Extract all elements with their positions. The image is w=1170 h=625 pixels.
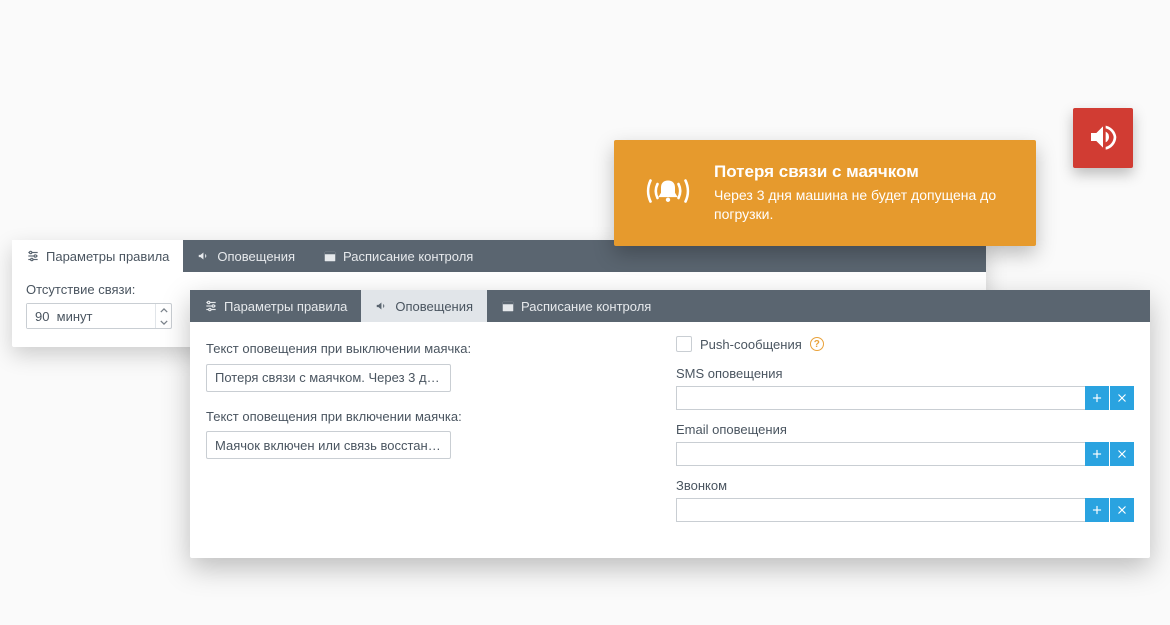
- tab-params[interactable]: Параметры правила: [190, 290, 361, 322]
- calendar-icon: [323, 249, 337, 263]
- clear-button[interactable]: [1110, 442, 1134, 466]
- tabs-front: Параметры правила Оповещения Расписание …: [190, 290, 1150, 322]
- panel-body: Текст оповещения при выключении маячка: …: [190, 322, 1150, 558]
- call-block: Звонком: [676, 478, 1134, 522]
- sms-label: SMS оповещения: [676, 366, 1134, 381]
- sms-block: SMS оповещения: [676, 366, 1134, 410]
- tab-schedule[interactable]: Расписание контроля: [487, 290, 665, 322]
- push-label: Push-сообщения: [700, 337, 802, 352]
- calendar-icon: [501, 299, 515, 313]
- tab-label: Параметры правила: [46, 249, 169, 264]
- email-block: Email оповещения: [676, 422, 1134, 466]
- tab-label: Оповещения: [217, 249, 295, 264]
- tab-label: Расписание контроля: [521, 299, 651, 314]
- column-channels: Push-сообщения ? SMS оповещения Email оп…: [676, 336, 1134, 534]
- sliders-icon: [26, 249, 40, 263]
- stepper-down[interactable]: [156, 316, 171, 328]
- speaker-icon: [1087, 121, 1119, 156]
- absence-input[interactable]: [27, 304, 155, 328]
- clear-button[interactable]: [1110, 498, 1134, 522]
- column-texts: Текст оповещения при выключении маячка: …: [206, 336, 636, 534]
- megaphone-icon: [197, 249, 211, 263]
- stepper-up[interactable]: [156, 304, 171, 316]
- sliders-icon: [204, 299, 218, 313]
- toast-title: Потеря связи с маячком: [714, 162, 1010, 182]
- alert-bell-icon: [640, 163, 696, 222]
- email-label: Email оповещения: [676, 422, 1134, 437]
- add-button[interactable]: [1085, 442, 1109, 466]
- add-button[interactable]: [1085, 386, 1109, 410]
- on-text-input[interactable]: [206, 431, 451, 459]
- tab-label: Оповещения: [395, 299, 473, 314]
- clear-button[interactable]: [1110, 386, 1134, 410]
- push-row: Push-сообщения ?: [676, 336, 1134, 352]
- on-label: Текст оповещения при включении маячка:: [206, 408, 636, 426]
- tab-notify[interactable]: Оповещения: [183, 240, 309, 272]
- call-input[interactable]: [676, 498, 1085, 522]
- email-input[interactable]: [676, 442, 1085, 466]
- call-label: Звонком: [676, 478, 1134, 493]
- toast-notification: Потеря связи с маячком Через 3 дня машин…: [614, 140, 1036, 246]
- tab-notify[interactable]: Оповещения: [361, 290, 487, 322]
- sms-input[interactable]: [676, 386, 1085, 410]
- add-button[interactable]: [1085, 498, 1109, 522]
- toast-message: Через 3 дня машина не будет допущена до …: [714, 186, 1010, 224]
- stepper-buttons: [155, 304, 171, 328]
- tab-params[interactable]: Параметры правила: [12, 240, 183, 272]
- absence-stepper[interactable]: [26, 303, 172, 329]
- tab-label: Параметры правила: [224, 299, 347, 314]
- help-icon[interactable]: ?: [810, 337, 824, 351]
- panel-notifications: Параметры правила Оповещения Расписание …: [190, 290, 1150, 558]
- tab-schedule[interactable]: Расписание контроля: [309, 240, 487, 272]
- megaphone-icon: [375, 299, 389, 313]
- sound-badge[interactable]: [1073, 108, 1133, 168]
- tab-label: Расписание контроля: [343, 249, 473, 264]
- toast-text: Потеря связи с маячком Через 3 дня машин…: [714, 162, 1010, 224]
- off-label: Текст оповещения при выключении маячка:: [206, 340, 636, 358]
- push-checkbox[interactable]: [676, 336, 692, 352]
- off-text-input[interactable]: [206, 364, 451, 392]
